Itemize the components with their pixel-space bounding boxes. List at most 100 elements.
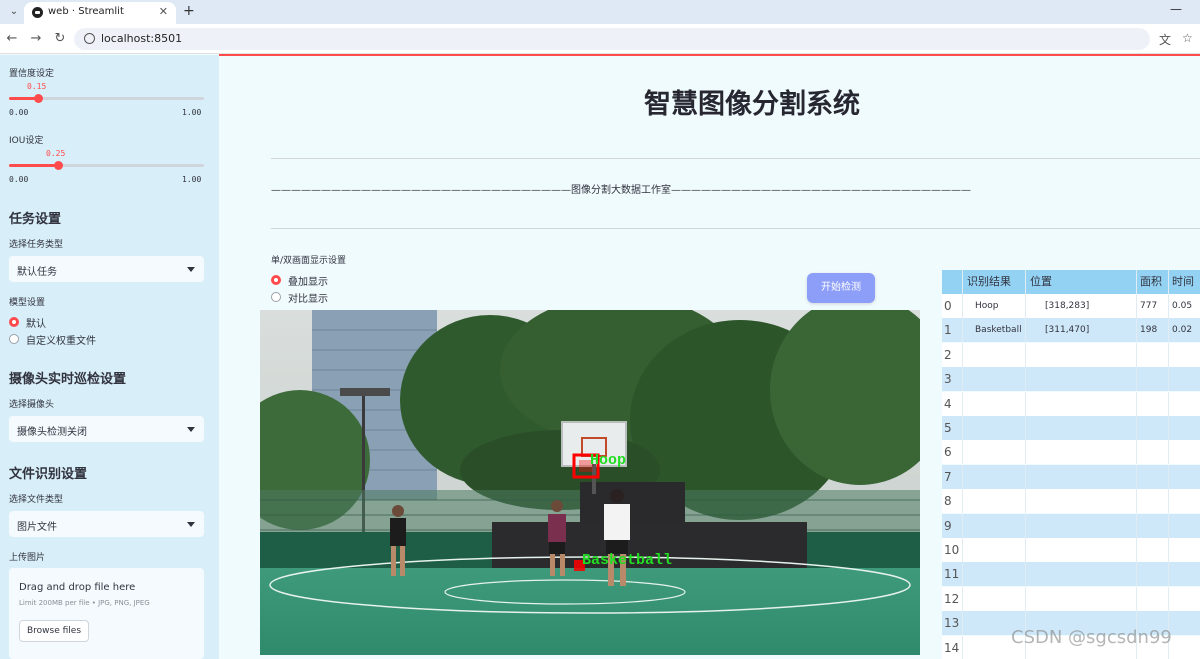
- reload-icon[interactable]: ↻: [52, 31, 68, 46]
- iou-min: 0.00: [9, 175, 29, 184]
- browser-tab[interactable]: web · Streamlit ✕: [24, 2, 176, 24]
- tab-close-icon[interactable]: ✕: [159, 5, 168, 18]
- result-cell: Hoop: [963, 294, 1026, 318]
- upload-limit-text: Limit 200MB per file • JPG, PNG, JPEG: [19, 599, 150, 607]
- result-cell: Basketball: [963, 318, 1026, 343]
- radio-unselected-icon[interactable]: [9, 334, 19, 344]
- table-row[interactable]: 7: [942, 464, 1200, 489]
- radio-selected-icon[interactable]: [271, 275, 281, 285]
- table-row[interactable]: 2: [942, 342, 1200, 367]
- position-cell: [1026, 586, 1137, 611]
- hoop-detection-label: Hoop: [590, 452, 626, 469]
- table-row[interactable]: 4: [942, 391, 1200, 416]
- model-settings-label: 模型设置: [9, 298, 46, 308]
- column-header-position[interactable]: 位置: [1026, 270, 1137, 294]
- result-cell: [963, 464, 1026, 489]
- row-index: 11: [942, 562, 963, 587]
- browse-files-button[interactable]: Browse files: [19, 620, 89, 642]
- radio-unselected-icon[interactable]: [271, 292, 281, 302]
- position-cell: [1026, 513, 1137, 538]
- table-row[interactable]: 10: [942, 538, 1200, 562]
- page-title: 智慧图像分割系统: [644, 89, 860, 120]
- confidence-slider[interactable]: [9, 94, 204, 103]
- time-cell: [1169, 587, 1200, 611]
- table-row[interactable]: 3: [942, 367, 1200, 392]
- table-row[interactable]: 1 Basketball [311,470] 198 0.02: [942, 318, 1200, 343]
- iou-slider[interactable]: [9, 161, 204, 170]
- bookmark-star-icon[interactable]: ☆: [1182, 31, 1193, 45]
- site-info-icon[interactable]: [84, 33, 95, 44]
- row-index: 13: [942, 611, 963, 636]
- position-cell: [318,283]: [1026, 294, 1137, 318]
- translate-icon[interactable]: 文: [1159, 31, 1171, 48]
- time-cell: [1169, 392, 1200, 416]
- confidence-value: 0.15: [27, 82, 47, 91]
- time-cell: [1169, 367, 1200, 391]
- result-cell: [963, 440, 1026, 465]
- table-row[interactable]: 6: [942, 440, 1200, 465]
- table-row[interactable]: 11: [942, 562, 1200, 587]
- result-cell: [963, 416, 1026, 440]
- time-cell: [1169, 465, 1200, 489]
- table-row[interactable]: 8: [942, 489, 1200, 514]
- task-settings-heading: 任务设置: [9, 212, 62, 227]
- column-header-time[interactable]: 时间: [1169, 270, 1200, 294]
- position-cell: [1026, 416, 1137, 440]
- start-detection-button[interactable]: 开始检测: [807, 273, 875, 303]
- row-index: 0: [942, 294, 963, 318]
- iou-max: 1.00: [182, 175, 202, 184]
- sidebar: 置信度设定 0.15 0.00 1.00 IOU设定 0.25 0.00 1.0…: [0, 55, 219, 659]
- camera-select-value: 摄像头检测关闭: [17, 427, 87, 438]
- minimize-window-icon[interactable]: —: [1170, 2, 1182, 16]
- task-type-label: 选择任务类型: [9, 240, 64, 250]
- chevron-down-icon: [187, 267, 195, 272]
- time-cell: 0.02: [1172, 325, 1193, 336]
- time-cell: [1169, 489, 1200, 513]
- time-cell: 0.05: [1172, 301, 1193, 311]
- position-cell: [1026, 489, 1137, 514]
- file-type-select[interactable]: 图片文件: [9, 511, 204, 537]
- results-table: 识别结果 位置 面积 时间 0 Hoop [318,283] 777 0.05 1 Bask…: [942, 270, 1200, 659]
- area-cell: 777: [1137, 294, 1169, 318]
- row-index: 1: [942, 318, 963, 343]
- table-row[interactable]: 5: [942, 416, 1200, 440]
- row-index: 3: [942, 367, 963, 392]
- url-input[interactable]: localhost:8501: [74, 28, 1150, 50]
- basketball-court-scene: Hoop Basketball: [260, 310, 920, 655]
- camera-select[interactable]: 摄像头检测关闭: [9, 416, 204, 442]
- row-index: 9: [942, 513, 963, 538]
- url-text: localhost:8501: [101, 32, 183, 45]
- time-cell: [1169, 440, 1200, 464]
- time-cell: [1169, 416, 1200, 440]
- time-cell: [1169, 636, 1200, 659]
- table-row[interactable]: 9: [942, 513, 1200, 538]
- camera-select-label: 选择摄像头: [9, 400, 55, 410]
- column-header-result[interactable]: 识别结果: [963, 270, 1026, 294]
- table-row[interactable]: 12: [942, 586, 1200, 611]
- watermark: CSDN @sgcsdn99: [1011, 627, 1172, 648]
- chevron-down-icon: [187, 427, 195, 432]
- area-cell: [1137, 416, 1169, 440]
- row-index: 12: [942, 586, 963, 611]
- model-option-label: 自定义权重文件: [26, 336, 96, 347]
- iou-slider-handle[interactable]: [53, 161, 63, 170]
- time-cell: [1169, 343, 1200, 367]
- new-tab-button[interactable]: +: [183, 3, 195, 19]
- tab-search-chevron-icon[interactable]: ⌄: [6, 4, 22, 20]
- task-type-value: 默认任务: [17, 267, 57, 278]
- position-cell: [1026, 538, 1137, 562]
- back-arrow-icon[interactable]: ←: [4, 31, 20, 46]
- result-cell: [963, 513, 1026, 538]
- column-header-area[interactable]: 面积: [1137, 270, 1169, 294]
- detection-result-image: Hoop Basketball: [260, 310, 920, 655]
- confidence-slider-handle[interactable]: [34, 94, 44, 103]
- forward-arrow-icon[interactable]: →: [28, 31, 44, 46]
- camera-settings-heading: 摄像头实时巡检设置: [9, 372, 127, 387]
- area-cell: [1137, 440, 1169, 465]
- task-type-select[interactable]: 默认任务: [9, 256, 204, 282]
- radio-selected-icon[interactable]: [9, 317, 19, 327]
- iou-label: IOU设定: [9, 136, 44, 146]
- table-row[interactable]: 0 Hoop [318,283] 777 0.05: [942, 294, 1200, 318]
- file-uploader-dropzone[interactable]: Drag and drop file here Limit 200MB per …: [9, 568, 204, 659]
- result-cell: [963, 586, 1026, 611]
